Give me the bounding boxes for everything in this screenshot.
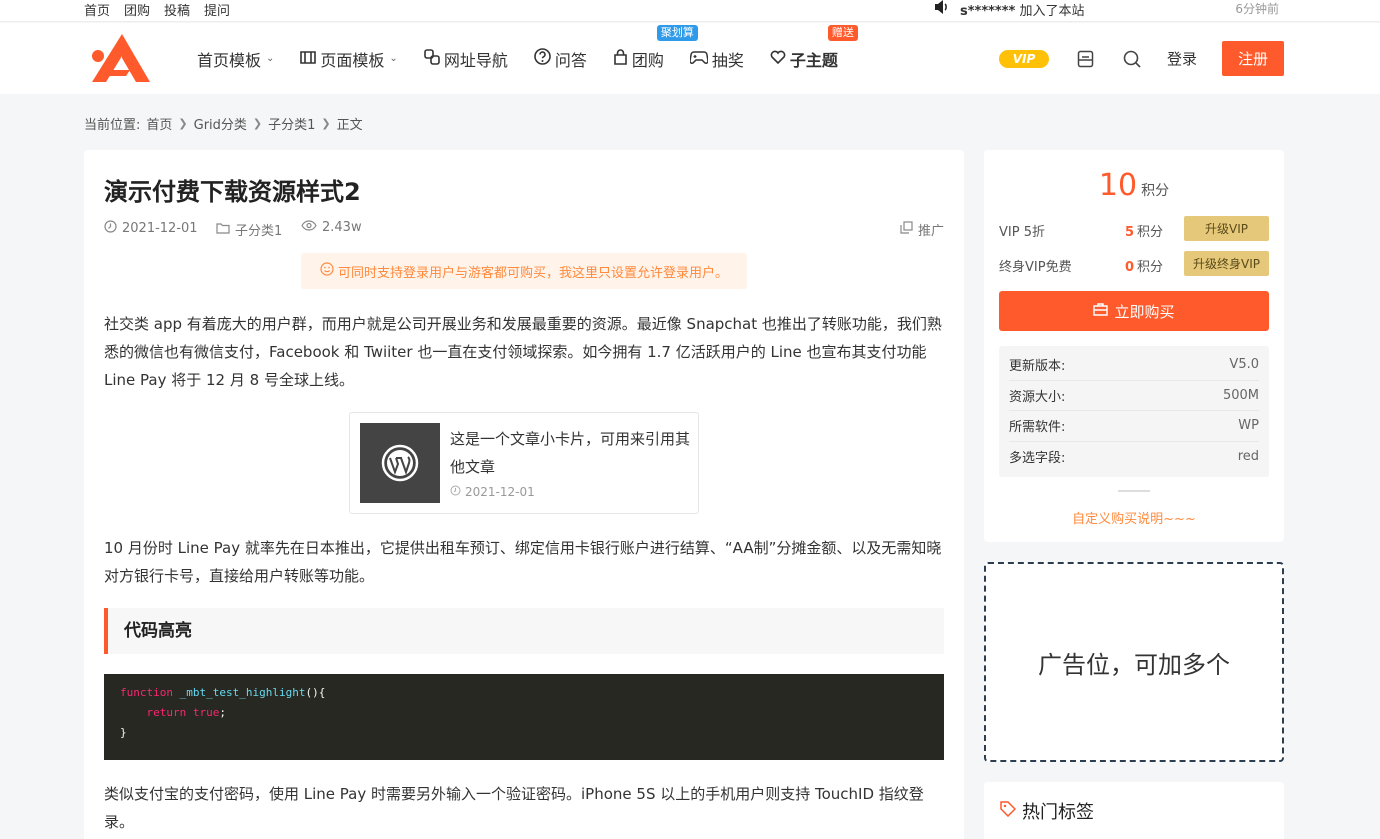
main-nav: 首页模板 ⌄ 页面模板 ⌄ 网址导航 问答 聚划算 团购 抽奖 赠送 子主题 — [197, 23, 864, 94]
custom-purchase-note: 自定义购买说明~~~ — [1072, 512, 1196, 527]
copy-icon — [900, 221, 913, 238]
join-notice: s******* 加入了本站 — [934, 0, 1085, 19]
article-paragraph-2: 10 月份时 Line Pay 就率先在日本推出，它提供出租车预订、绑定信用卡银… — [104, 539, 942, 585]
nav-item-child-theme[interactable]: 赠送 子主题 — [770, 24, 858, 71]
chevron-down-icon: ⌄ — [266, 53, 275, 64]
vip-button[interactable]: VIP — [998, 49, 1049, 68]
purchase-panel: 10 积分 VIP 5折 5 积分 升级VIP 终身VIP免费 0 积分 升级终身VI… — [984, 150, 1284, 542]
spec-row: 所需软件: WP — [1009, 411, 1259, 442]
chevron-down-icon: ⌄ — [389, 53, 398, 64]
vip-discount-row: VIP 5折 5 积分 升级VIP — [999, 216, 1269, 242]
section-heading: 代码高亮 — [104, 608, 944, 654]
shopping-bag-icon — [613, 48, 628, 69]
smile-icon — [320, 262, 334, 280]
wordpress-icon — [360, 423, 440, 503]
spec-row: 多选字段: red — [1009, 449, 1259, 467]
register-button[interactable]: 注册 — [1222, 41, 1284, 76]
hot-tags-title: 热门标签 — [1000, 798, 1094, 824]
clipboard-icon[interactable] — [1075, 48, 1097, 70]
top-link-home[interactable]: 首页 — [84, 0, 110, 19]
breadcrumb-current: 正文 — [336, 118, 363, 133]
gamepad-icon — [689, 49, 709, 68]
breadcrumb-grid[interactable]: Grid分类 — [194, 114, 247, 133]
breadcrumb-subcat[interactable]: 子分类1 — [268, 114, 315, 133]
lifetime-vip-row: 终身VIP免费 0 积分 升级终身VIP — [999, 251, 1269, 277]
heart-icon — [770, 49, 786, 68]
speaker-icon — [934, 0, 950, 18]
nav-item-groupbuy[interactable]: 聚划算 团购 — [613, 24, 698, 71]
card-title: 这是一个文章小卡片，可用来引用其他文章 — [450, 430, 691, 476]
article-paragraph-1: 社交类 app 有着庞大的用户群，而用户就是公司开展业务和发展最重要的资源。最近… — [104, 315, 942, 389]
spec-row: 资源大小: 500M — [1009, 381, 1259, 411]
chevron-right-icon: ❯ — [321, 117, 331, 130]
ad-slot[interactable]: 广告位，可加多个 — [984, 562, 1284, 762]
divider — [1118, 490, 1150, 492]
meta-views: 2.43w — [301, 220, 362, 235]
article-paragraph-3: 类似支付宝的支付密码，使用 Line Pay 时需要另外输入一个验证密码。iPh… — [104, 785, 924, 831]
breadcrumb-home[interactable]: 首页 — [146, 114, 172, 133]
folder-icon — [216, 222, 230, 238]
nav-item-url-nav[interactable]: 网址导航 — [424, 47, 508, 71]
price: 10 积分 — [984, 168, 1284, 203]
question-circle-icon — [534, 48, 551, 69]
meta-category[interactable]: 子分类1 — [216, 220, 282, 239]
nav-item-page-template[interactable]: 页面模板 ⌄ — [300, 47, 398, 71]
nav-item-home-template[interactable]: 首页模板 ⌄ — [197, 47, 274, 71]
article-panel: 演示付费下载资源样式2 2021-12-01 子分类1 2.43w 推广 可同时… — [84, 150, 964, 839]
clock-icon — [450, 485, 461, 499]
columns-icon — [300, 49, 317, 68]
breadcrumb: 当前位置: 首页 ❯ Grid分类 ❯ 子分类1 ❯ 正文 — [84, 114, 363, 133]
meta-date: 2021-12-01 — [104, 220, 198, 237]
breadcrumb-prefix: 当前位置: — [84, 118, 141, 133]
top-bar: 首页 团购 投稿 提问 s******* 加入了本站 6分钟前 — [0, 0, 1380, 22]
hot-tags-panel: 热门标签 — [984, 782, 1284, 839]
purchase-notice: 可同时支持登录用户与游客都可购买，我这里只设置允许登录用户。 — [301, 253, 747, 289]
badge-juhuasuan: 聚划算 — [656, 24, 698, 41]
code-block: function _mbt_test_highlight(){ return t… — [104, 674, 944, 760]
notice-text: 加入了本站 — [1019, 3, 1085, 19]
card-date: 2021-12-01 — [450, 485, 535, 499]
top-link-submit[interactable]: 投稿 — [164, 0, 190, 19]
top-link-groupbuy[interactable]: 团购 — [124, 0, 150, 19]
top-link-ask[interactable]: 提问 — [204, 0, 230, 19]
clock-icon — [104, 220, 117, 237]
price-unit: 积分 — [1141, 183, 1170, 199]
article-card[interactable]: 这是一个文章小卡片，可用来引用其他文章 2021-12-01 — [349, 412, 699, 514]
resource-specs: 更新版本: V5.0 资源大小: 500M 所需软件: WP 多选字段: red — [999, 346, 1269, 477]
login-link[interactable]: 登录 — [1167, 48, 1197, 69]
tag-icon — [1000, 800, 1017, 822]
badge-gift: 赠送 — [827, 24, 858, 41]
price-value: 10 — [1098, 168, 1138, 203]
cart-icon — [1093, 302, 1109, 320]
upgrade-lifetime-vip-button[interactable]: 升级终身VIP — [1184, 251, 1269, 276]
header-actions: VIP 登录 注册 — [998, 23, 1284, 94]
chevron-right-icon: ❯ — [252, 117, 263, 130]
notice-username: s******* — [960, 3, 1016, 19]
meta-promo[interactable]: 推广 — [900, 220, 944, 239]
search-icon[interactable] — [1121, 48, 1143, 70]
top-links: 首页 团购 投稿 提问 — [84, 0, 230, 19]
article-title: 演示付费下载资源样式2 — [104, 178, 361, 206]
eye-icon — [301, 220, 317, 235]
chevron-right-icon: ❯ — [178, 117, 188, 130]
upgrade-vip-button[interactable]: 升级VIP — [1184, 216, 1269, 241]
spec-row: 更新版本: V5.0 — [1009, 350, 1259, 381]
article-meta: 2021-12-01 子分类1 2.43w 推广 — [104, 220, 944, 239]
main-header: 首页模板 ⌄ 页面模板 ⌄ 网址导航 问答 聚划算 团购 抽奖 赠送 子主题 V… — [0, 23, 1380, 94]
nav-item-lottery[interactable]: 抽奖 — [689, 47, 744, 71]
nav-item-qa[interactable]: 问答 — [534, 47, 587, 71]
site-logo[interactable] — [86, 32, 152, 84]
buy-now-button[interactable]: 立即购买 — [999, 291, 1269, 331]
link-icon — [424, 48, 440, 69]
notice-time: 6分钟前 — [1235, 2, 1279, 16]
